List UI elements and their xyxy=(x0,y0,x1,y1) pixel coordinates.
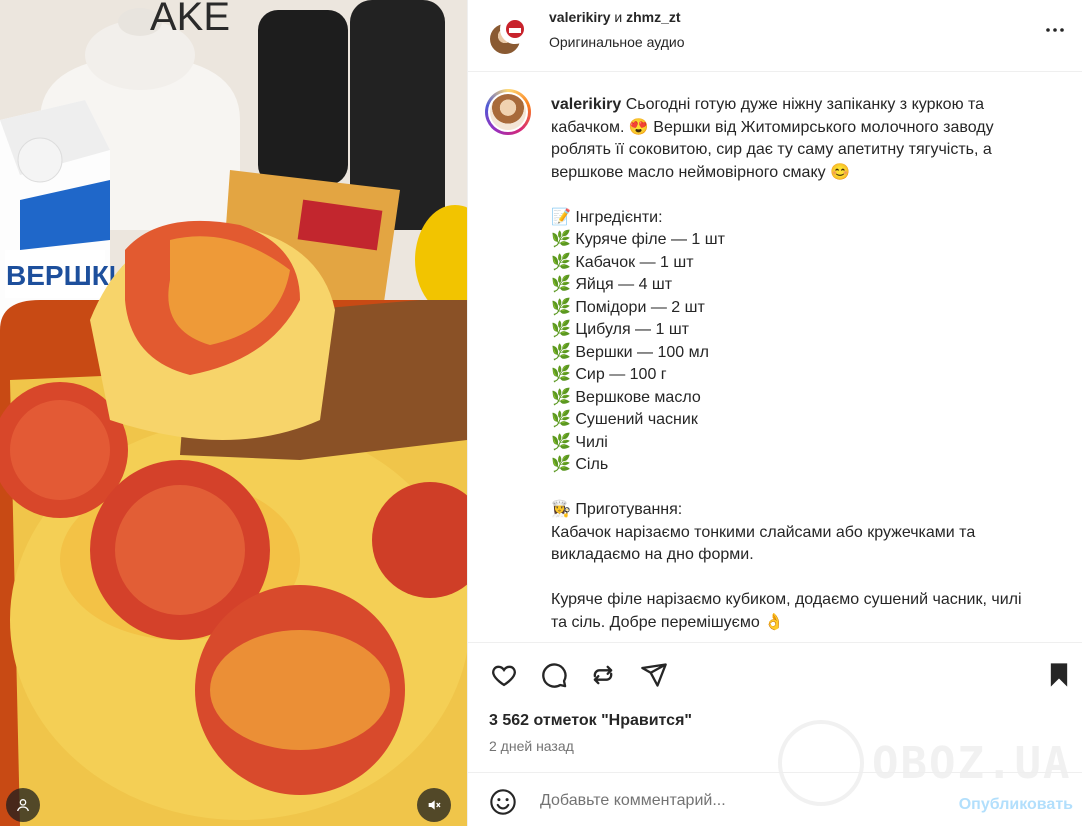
publish-button[interactable]: Опубликовать xyxy=(959,796,1073,814)
jar-label: AKE xyxy=(150,0,230,39)
share-button[interactable] xyxy=(638,659,670,691)
more-horizontal-icon xyxy=(1046,28,1064,32)
audio-link[interactable]: Оригинальное аудио xyxy=(549,34,685,50)
post-caption: valerikiry Сьогодні готую дуже ніжну зап… xyxy=(468,72,1082,642)
tagged-users-button[interactable] xyxy=(6,788,40,822)
like-button[interactable] xyxy=(488,659,520,691)
post-header: valerikiry и zhmz_zt Оригинальное аудио xyxy=(468,0,1082,72)
user-tag-icon xyxy=(17,799,29,812)
send-icon xyxy=(641,663,667,687)
caption-username[interactable]: valerikiry xyxy=(551,96,621,113)
repost-icon xyxy=(593,665,613,685)
action-bar xyxy=(468,642,1082,702)
comment-input[interactable] xyxy=(538,785,932,817)
caption-text: valerikiry Сьогодні готую дуже ніжну зап… xyxy=(551,94,1041,634)
avatar xyxy=(500,14,530,44)
avatar[interactable] xyxy=(485,89,531,135)
more-options-button[interactable] xyxy=(1043,18,1067,42)
comment-icon xyxy=(542,663,567,688)
mute-button[interactable] xyxy=(417,788,451,822)
likes-count[interactable]: 3 562 отметок "Нравится" xyxy=(489,712,692,730)
author-separator: и xyxy=(614,9,623,25)
heart-icon xyxy=(492,665,516,687)
food-photo: AKE ВЕРШКИ xyxy=(0,0,467,826)
muted-speaker-icon xyxy=(428,800,441,810)
caption-body: Сьогодні готую дуже ніжну запіканку з ку… xyxy=(551,96,1022,631)
comment-bar: Опубликовать xyxy=(468,772,1082,826)
post-side-panel: valerikiry и zhmz_zt Оригинальное аудио … xyxy=(467,0,1082,826)
post-date[interactable]: 2 дней назад xyxy=(489,738,574,754)
emoji-icon xyxy=(490,789,516,815)
bookmark-icon xyxy=(1050,663,1068,687)
brand-logo-icon xyxy=(506,20,524,38)
post-authors: valerikiry и zhmz_zt xyxy=(549,9,681,25)
author-link[interactable]: valerikiry xyxy=(549,9,611,25)
comment-button[interactable] xyxy=(538,659,570,691)
post-media[interactable]: AKE ВЕРШКИ xyxy=(0,0,467,826)
author-link[interactable]: zhmz_zt xyxy=(626,9,680,25)
repost-button[interactable] xyxy=(587,659,619,691)
save-button[interactable] xyxy=(1043,659,1075,691)
collab-avatars[interactable] xyxy=(488,14,530,56)
emoji-button[interactable] xyxy=(488,787,518,817)
